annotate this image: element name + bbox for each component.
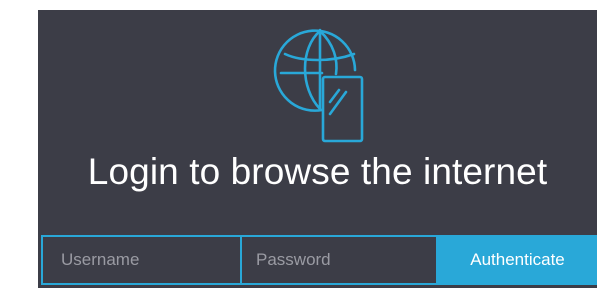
password-input[interactable]: [240, 235, 438, 285]
login-form: Authenticate: [41, 235, 597, 285]
authenticate-button[interactable]: Authenticate: [438, 235, 597, 285]
page-title: Login to browse the internet: [87, 151, 548, 192]
login-panel: Login to browse the internet Authenticat…: [38, 10, 597, 288]
globe-phone-icon: [272, 18, 372, 144]
username-input[interactable]: [41, 235, 242, 285]
